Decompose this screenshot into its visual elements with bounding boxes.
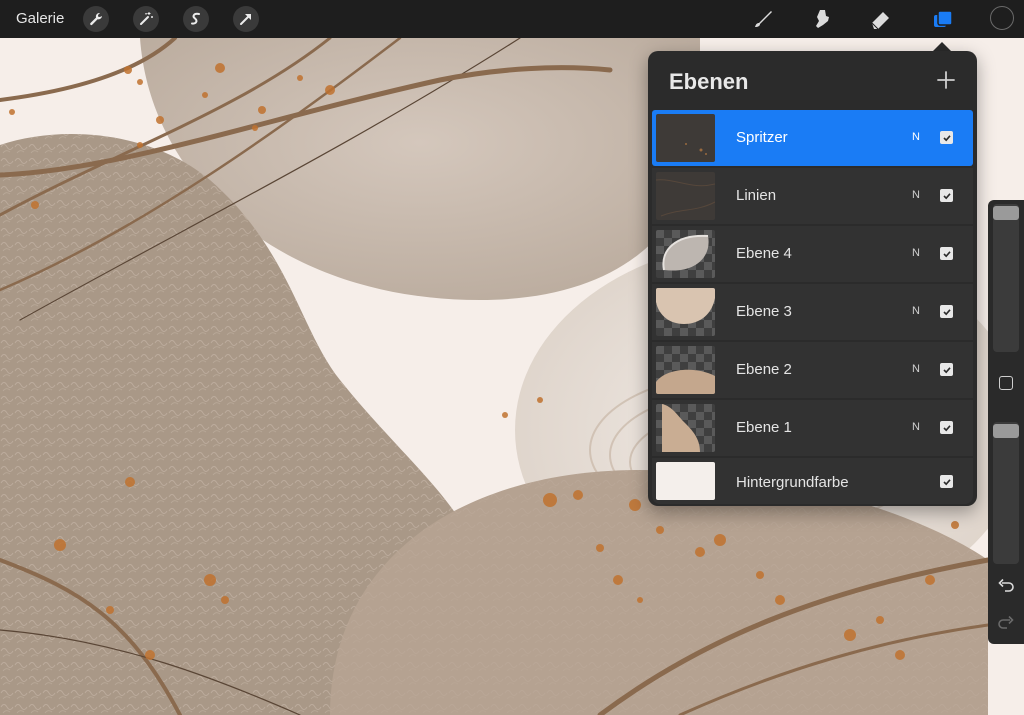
eraser-icon[interactable]	[868, 6, 894, 32]
layer-name: Spritzer	[736, 129, 788, 146]
layer-thumbnail	[656, 288, 715, 336]
undo-icon[interactable]	[997, 577, 1015, 595]
blend-mode-button[interactable]: N	[912, 247, 920, 259]
layer-thumbnail	[656, 404, 715, 452]
redo-icon[interactable]	[997, 614, 1015, 632]
visibility-checkbox[interactable]	[940, 305, 953, 318]
opacity-slider[interactable]	[993, 422, 1019, 564]
plus-icon[interactable]	[935, 69, 957, 91]
layer-name: Ebene 3	[736, 303, 792, 320]
layer-row-ebene-1[interactable]: Ebene 1 N	[652, 400, 973, 456]
layer-name: Ebene 4	[736, 245, 792, 262]
move-arrow-icon[interactable]	[233, 6, 259, 32]
blend-mode-button[interactable]: N	[912, 189, 920, 201]
blend-mode-button[interactable]: N	[912, 363, 920, 375]
layers-panel: Ebenen Spritzer N Linien N Ebene 4 N Ebe…	[648, 51, 977, 506]
layer-name: Ebene 2	[736, 361, 792, 378]
layer-thumbnail	[656, 346, 715, 394]
visibility-checkbox[interactable]	[940, 475, 953, 488]
wrench-icon[interactable]	[83, 6, 109, 32]
layer-row-ebene-3[interactable]: Ebene 3 N	[652, 284, 973, 340]
blend-mode-button[interactable]: N	[912, 131, 920, 143]
layer-thumbnail	[656, 462, 715, 500]
top-toolbar: Galerie	[0, 0, 1024, 38]
layer-row-ebene-2[interactable]: Ebene 2 N	[652, 342, 973, 398]
layer-row-ebene-4[interactable]: Ebene 4 N	[652, 226, 973, 282]
layer-thumbnail	[656, 172, 715, 220]
layer-row-spritzer[interactable]: Spritzer N	[652, 110, 973, 166]
layer-thumbnail	[656, 114, 715, 162]
opacity-handle[interactable]	[993, 424, 1019, 438]
layer-row-linien[interactable]: Linien N	[652, 168, 973, 224]
brush-icon[interactable]	[750, 6, 776, 32]
visibility-checkbox[interactable]	[940, 363, 953, 376]
visibility-checkbox[interactable]	[940, 421, 953, 434]
layer-name: Linien	[736, 187, 777, 204]
side-sliders	[988, 200, 1024, 644]
color-swatch[interactable]	[990, 6, 1014, 30]
magic-wand-icon[interactable]	[133, 6, 159, 32]
modify-icon[interactable]	[999, 376, 1013, 390]
blend-mode-button[interactable]: N	[912, 305, 920, 317]
layer-name: Hintergrundfarbe	[736, 474, 849, 491]
panel-title: Ebenen	[669, 69, 749, 94]
smudge-icon[interactable]	[809, 6, 835, 32]
layer-name: Ebene 1	[736, 419, 792, 436]
visibility-checkbox[interactable]	[940, 247, 953, 260]
brush-size-handle[interactable]	[993, 206, 1019, 220]
visibility-checkbox[interactable]	[940, 189, 953, 202]
gallery-button[interactable]: Galerie	[16, 10, 64, 27]
selection-icon[interactable]	[183, 6, 209, 32]
layer-thumbnail	[656, 230, 715, 278]
brush-size-slider[interactable]	[993, 204, 1019, 352]
blend-mode-button[interactable]: N	[912, 421, 920, 433]
layer-row-background-color[interactable]: Hintergrundfarbe	[652, 458, 973, 504]
visibility-checkbox[interactable]	[940, 131, 953, 144]
layers-icon[interactable]	[930, 6, 956, 32]
